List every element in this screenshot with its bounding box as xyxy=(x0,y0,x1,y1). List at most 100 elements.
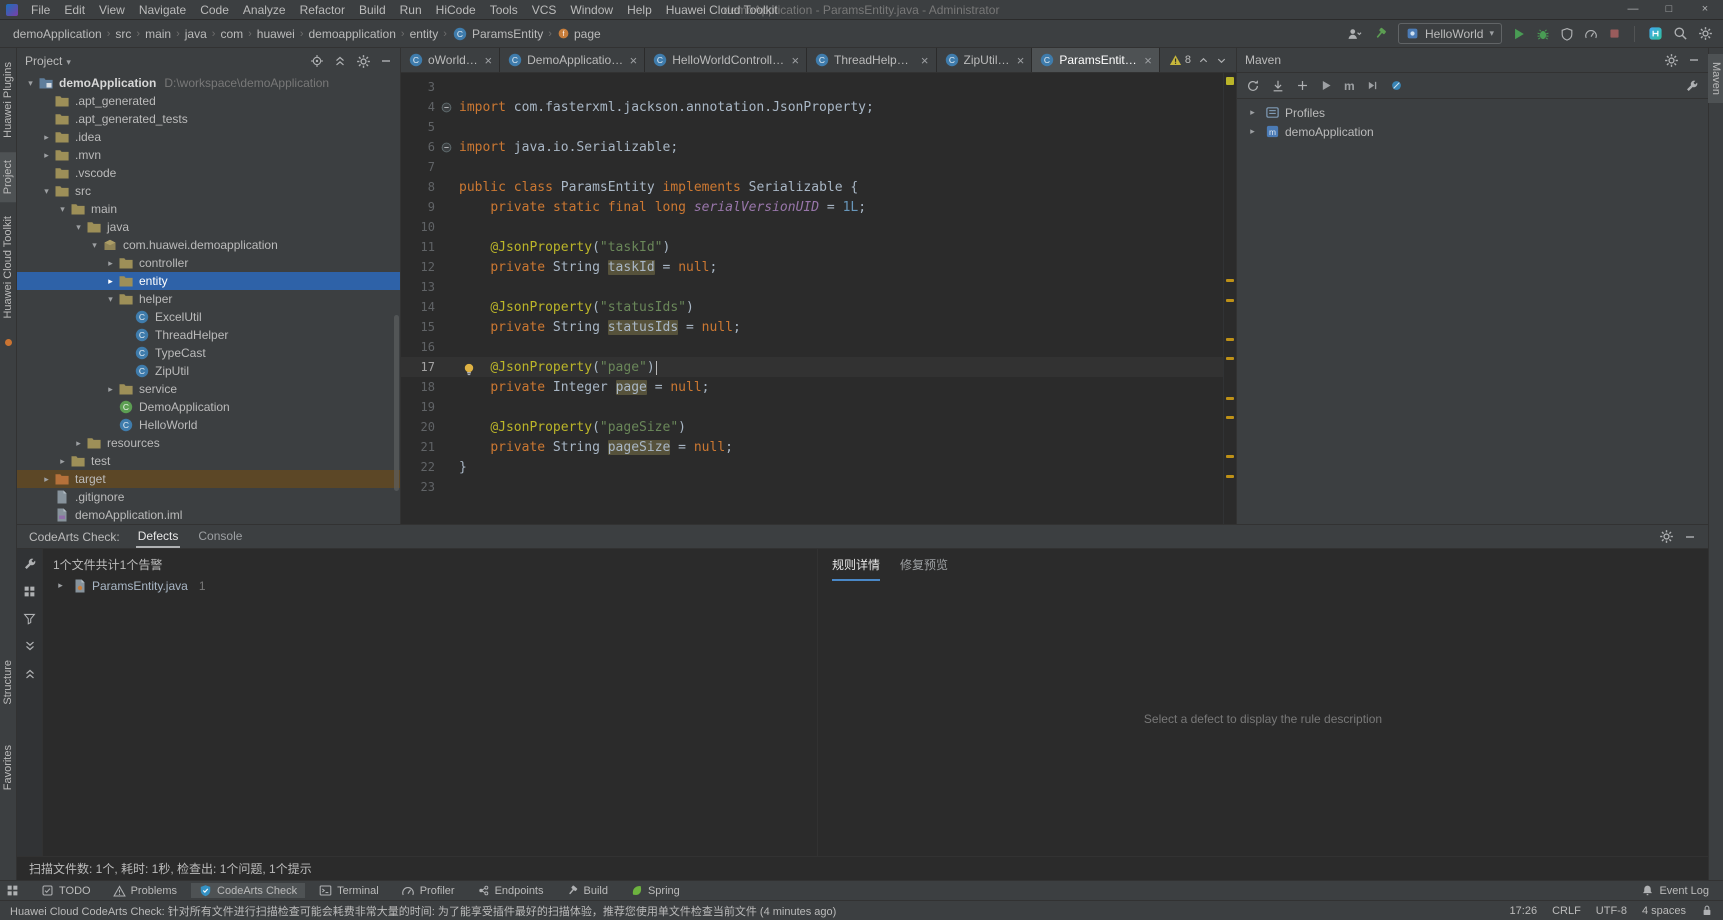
code-area[interactable]: 34import com.fasterxml.jackson.annotatio… xyxy=(401,73,1223,524)
stripe-structure[interactable]: Structure xyxy=(0,652,16,713)
defect-file-row[interactable]: ▸ParamsEntity.java1 xyxy=(43,575,817,596)
minimize-button[interactable]: — xyxy=(1615,0,1651,19)
locate-file-button[interactable] xyxy=(310,54,324,68)
debug-button[interactable] xyxy=(1536,27,1550,41)
user-menu-button[interactable] xyxy=(1346,27,1363,41)
close-tab-icon[interactable]: × xyxy=(1144,53,1152,68)
hide-maven-button[interactable] xyxy=(1688,54,1700,66)
project-panel-title[interactable]: Project▾ xyxy=(25,54,71,68)
run-config-combo[interactable]: HelloWorld▾ xyxy=(1398,23,1502,44)
maven-download-button[interactable] xyxy=(1271,79,1285,93)
breadcrumb-java[interactable]: java xyxy=(182,27,210,41)
hide-codearts-button[interactable] xyxy=(1684,531,1696,543)
maven-options-button[interactable] xyxy=(1664,53,1679,68)
editor-tab-oworld-java[interactable]: CoWorld.java× xyxy=(401,48,500,72)
fold-marker-icon[interactable] xyxy=(435,102,457,113)
maximize-button[interactable]: □ xyxy=(1651,0,1687,19)
project-item-com-huawei-demoapplication[interactable]: ▾com.huawei.demoapplication xyxy=(17,236,400,254)
line-number[interactable]: 9 xyxy=(401,200,435,214)
project-item-ziputil[interactable]: CZipUtil xyxy=(17,362,400,380)
hide-project-button[interactable] xyxy=(380,55,392,67)
editor-tab-helloworldcontroller-java[interactable]: CHelloWorldController.java× xyxy=(645,48,807,72)
warning-stripe-mark[interactable] xyxy=(1226,416,1234,419)
codearts-wrench-button[interactable] xyxy=(23,557,37,571)
toolwindow-codearts-check[interactable]: CodeArts Check xyxy=(191,883,305,898)
breadcrumb-page[interactable]: fpage xyxy=(554,27,604,41)
line-number[interactable]: 21 xyxy=(401,440,435,454)
breadcrumb-entity[interactable]: entity xyxy=(407,27,442,41)
run-with-coverage-button[interactable] xyxy=(1560,27,1574,41)
project-item-service[interactable]: ▸service xyxy=(17,380,400,398)
menu-run[interactable]: Run xyxy=(393,2,429,18)
status-indent[interactable]: 4 spaces xyxy=(1642,905,1686,917)
line-number[interactable]: 16 xyxy=(401,340,435,354)
toolwindow-event-log[interactable]: Event Log xyxy=(1633,883,1717,898)
breadcrumb-com[interactable]: com xyxy=(217,27,246,41)
codearts-expand-all-button[interactable] xyxy=(23,639,37,653)
close-tab-icon[interactable]: × xyxy=(1017,53,1025,68)
project-item-controller[interactable]: ▸controller xyxy=(17,254,400,272)
line-number[interactable]: 18 xyxy=(401,380,435,394)
inspections-widget[interactable]: 8 xyxy=(1169,54,1191,66)
codearts-options-button[interactable] xyxy=(1659,529,1674,544)
stripe-huawei-cloud-toolkit[interactable]: Huawei Cloud Toolkit xyxy=(0,208,16,327)
menu-huawei-cloud-toolkit[interactable]: Huawei Cloud Toolkit xyxy=(659,2,785,18)
project-item-helper[interactable]: ▾helper xyxy=(17,290,400,308)
toolwindow-problems[interactable]: Problems xyxy=(105,884,185,898)
project-item-test[interactable]: ▸test xyxy=(17,452,400,470)
project-item-excelutil[interactable]: CExcelUtil xyxy=(17,308,400,326)
line-number[interactable]: 8 xyxy=(401,180,435,194)
maven-refresh-button[interactable] xyxy=(1246,79,1260,93)
toolkit-build-button[interactable] xyxy=(1373,26,1388,41)
breadcrumb-paramsentity[interactable]: CParamsEntity xyxy=(449,26,546,42)
toolwindow-todo[interactable]: TODO xyxy=(33,883,99,898)
warning-stripe-mark[interactable] xyxy=(1226,475,1234,478)
editor-tab-ziputil-java[interactable]: CZipUtil.java× xyxy=(937,48,1033,72)
menu-help[interactable]: Help xyxy=(620,2,659,18)
menu-edit[interactable]: Edit xyxy=(57,2,92,18)
warning-stripe-mark[interactable] xyxy=(1226,397,1234,400)
line-number[interactable]: 17 xyxy=(401,360,435,374)
project-item-apt-generated[interactable]: .apt_generated xyxy=(17,92,400,110)
search-everywhere-button[interactable] xyxy=(1673,26,1688,41)
menu-vcs[interactable]: VCS xyxy=(525,2,564,18)
detail-tab-rule-details[interactable]: 规则详情 xyxy=(832,556,880,581)
maven-add-button[interactable] xyxy=(1296,79,1309,92)
project-options-button[interactable] xyxy=(356,54,371,69)
project-item-demoapplication[interactable]: CDemoApplication xyxy=(17,398,400,416)
breadcrumb-main[interactable]: main xyxy=(142,27,174,41)
project-item-target[interactable]: ▸target xyxy=(17,470,400,488)
project-item-entity[interactable]: ▸entity xyxy=(17,272,400,290)
line-number[interactable]: 5 xyxy=(401,120,435,134)
line-number[interactable]: 13 xyxy=(401,280,435,294)
close-button[interactable]: × xyxy=(1687,0,1723,19)
menu-build[interactable]: Build xyxy=(352,2,393,18)
project-item-idea[interactable]: ▸.idea xyxy=(17,128,400,146)
project-item-demoapplication-iml[interactable]: demoApplication.iml xyxy=(17,506,400,524)
project-item-main[interactable]: ▾main xyxy=(17,200,400,218)
project-scrollbar[interactable] xyxy=(394,315,399,491)
menu-window[interactable]: Window xyxy=(563,2,620,18)
lock-icon[interactable] xyxy=(1701,904,1713,917)
stripe-favorites[interactable]: Favorites xyxy=(0,737,16,798)
maven-run-gray-button[interactable] xyxy=(1320,79,1333,92)
line-number[interactable]: 19 xyxy=(401,400,435,414)
close-tab-icon[interactable]: × xyxy=(485,53,493,68)
menu-code[interactable]: Code xyxy=(193,2,236,18)
line-number[interactable]: 14 xyxy=(401,300,435,314)
status-line-ending[interactable]: CRLF xyxy=(1552,905,1581,917)
maven-wrench-button[interactable] xyxy=(1685,79,1699,93)
codearts-tab-console[interactable]: Console xyxy=(196,525,244,548)
line-number[interactable]: 10 xyxy=(401,220,435,234)
maven-item-demoapplication[interactable]: ▸mdemoApplication xyxy=(1237,122,1708,141)
project-item-threadhelper[interactable]: CThreadHelper xyxy=(17,326,400,344)
menu-navigate[interactable]: Navigate xyxy=(132,2,193,18)
line-number[interactable]: 3 xyxy=(401,80,435,94)
menu-analyze[interactable]: Analyze xyxy=(236,2,293,18)
collapse-all-button[interactable] xyxy=(333,54,347,68)
toolwindow-profiler[interactable]: Profiler xyxy=(393,883,463,899)
line-number[interactable]: 23 xyxy=(401,480,435,494)
project-item-helloworld[interactable]: CHelloWorld xyxy=(17,416,400,434)
project-item-src[interactable]: ▾src xyxy=(17,182,400,200)
toolwindow-endpoints[interactable]: Endpoints xyxy=(469,883,552,898)
